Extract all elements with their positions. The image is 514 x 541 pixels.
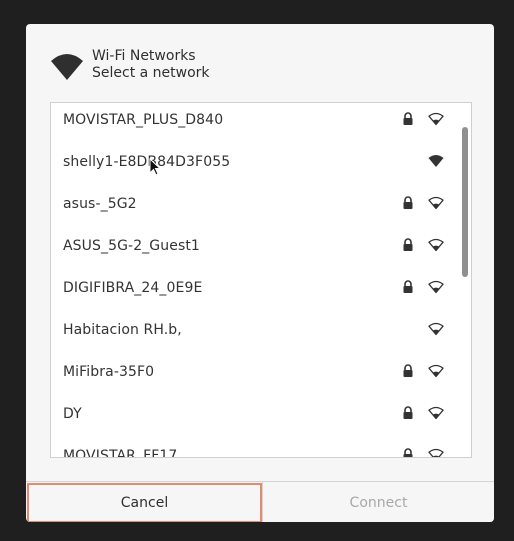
dialog-title: Wi-Fi Networks (92, 48, 196, 64)
lock-icon (403, 238, 413, 251)
network-name: asus-_5G2 (63, 196, 137, 212)
wifi-signal-icon (428, 280, 444, 294)
network-name: ASUS_5G-2_Guest1 (63, 238, 200, 254)
wifi-signal-icon (428, 112, 444, 126)
scrollbar[interactable] (462, 127, 468, 277)
wifi-signal-icon (428, 406, 444, 420)
wifi-signal-icon (428, 238, 444, 252)
network-row[interactable]: DIGIFIBRA_24_0E9E (51, 267, 455, 309)
network-row[interactable]: MOVISTAR_FF17 (51, 435, 455, 458)
wifi-signal-full-icon (428, 155, 444, 167)
wifi-dialog: Wi-Fi Networks Select a network MOVISTAR… (26, 24, 494, 522)
network-name: DY (63, 406, 82, 422)
wifi-signal-icon (428, 364, 444, 378)
lock-icon (403, 280, 413, 293)
network-row[interactable]: shelly1-E8DB84D3F055 (51, 141, 455, 183)
network-row[interactable]: asus-_5G2 (51, 183, 455, 225)
lock-icon (403, 364, 413, 377)
dialog-header: Wi-Fi Networks Select a network (50, 48, 210, 88)
cancel-button[interactable]: Cancel (27, 483, 262, 522)
network-row[interactable]: DY (51, 393, 455, 435)
network-name: MOVISTAR_FF17 (63, 448, 178, 458)
network-name: MiFibra-35F0 (63, 364, 155, 380)
network-name: MOVISTAR_PLUS_D840 (63, 112, 224, 128)
connect-button[interactable]: Connect (262, 482, 494, 522)
wifi-signal-icon (428, 322, 444, 336)
network-row[interactable]: MiFibra-35F0 (51, 351, 455, 393)
network-name: shelly1-E8DB84D3F055 (63, 154, 231, 170)
dialog-footer: Cancel Connect (26, 481, 494, 522)
lock-icon (403, 196, 413, 209)
wifi-signal-icon (428, 448, 444, 457)
dialog-subtitle: Select a network (92, 65, 210, 81)
lock-icon (403, 406, 413, 419)
network-row[interactable]: MOVISTAR_PLUS_D840 (51, 103, 455, 141)
network-name: DIGIFIBRA_24_0E9E (63, 280, 203, 296)
network-list[interactable]: MOVISTAR_PLUS_D840 shelly1-E8DB84D3F055 as… (50, 102, 472, 458)
lock-icon (403, 448, 413, 457)
wifi-signal-icon (428, 196, 444, 210)
network-row[interactable]: Habitacion RH.b, (51, 309, 455, 351)
lock-icon (403, 112, 413, 125)
wifi-icon (51, 54, 83, 80)
network-name: Habitacion RH.b, (63, 322, 182, 338)
mouse-pointer-icon (149, 158, 161, 176)
network-row[interactable]: ASUS_5G-2_Guest1 (51, 225, 455, 267)
